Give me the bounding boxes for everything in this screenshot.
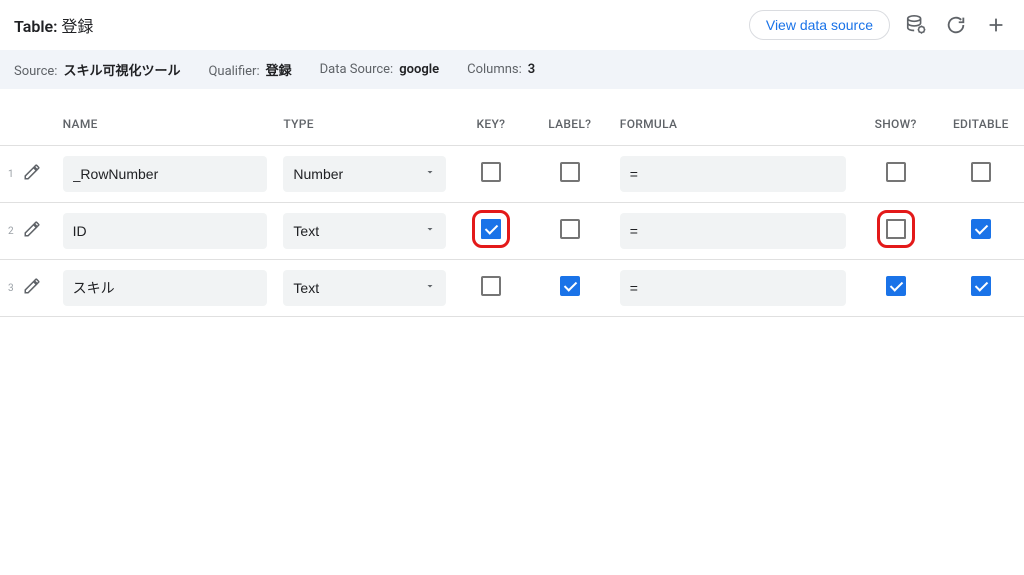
formula-input[interactable]	[620, 213, 846, 249]
checkbox[interactable]	[560, 162, 580, 182]
add-icon[interactable]	[982, 11, 1010, 39]
checkbox[interactable]	[886, 219, 906, 239]
checkbox[interactable]	[886, 162, 906, 182]
table-row: 1	[0, 146, 1024, 203]
checkbox[interactable]	[971, 276, 991, 296]
data-settings-icon[interactable]	[902, 11, 930, 39]
meta-bar: Source: スキル可視化ツール Qualifier: 登録 Data Sourc…	[0, 50, 1024, 89]
meta-columns-value: 3	[528, 62, 535, 77]
columns-table: NAME TYPE KEY? LABEL? FORMULA SHOW? EDIT…	[0, 107, 1024, 317]
refresh-icon[interactable]	[942, 11, 970, 39]
th-editable: EDITABLE	[938, 107, 1024, 146]
meta-datasource-label: Data Source:	[320, 62, 394, 77]
column-name-input[interactable]	[63, 213, 268, 249]
column-name-input[interactable]	[63, 270, 268, 306]
checkbox[interactable]	[481, 276, 501, 296]
title-prefix: Table:	[14, 17, 57, 36]
meta-qualifier-value: 登録	[266, 64, 292, 79]
checkbox[interactable]	[971, 219, 991, 239]
edit-row-icon[interactable]	[23, 226, 41, 242]
meta-qualifier-label: Qualifier:	[208, 64, 259, 79]
th-show: SHOW?	[854, 107, 938, 146]
meta-source-value: スキル可視化ツール	[63, 64, 180, 79]
table-row: 3	[0, 260, 1024, 317]
checkbox[interactable]	[481, 162, 501, 182]
column-type-select[interactable]	[283, 156, 446, 192]
checkbox[interactable]	[971, 162, 991, 182]
page-title: Table: 登録	[14, 13, 93, 37]
column-type-select[interactable]	[283, 270, 446, 306]
header-bar: Table: 登録 View data source	[0, 0, 1024, 50]
formula-input[interactable]	[620, 270, 846, 306]
th-type: TYPE	[275, 107, 454, 146]
th-formula: FORMULA	[612, 107, 854, 146]
row-number: 3	[0, 260, 15, 317]
column-type-value[interactable]	[283, 156, 446, 192]
column-type-select[interactable]	[283, 213, 446, 249]
row-number: 1	[0, 146, 15, 203]
checkbox[interactable]	[481, 219, 501, 239]
meta-columns-label: Columns:	[467, 62, 522, 77]
th-name: NAME	[55, 107, 276, 146]
meta-source-label: Source:	[14, 64, 57, 79]
formula-input[interactable]	[620, 156, 846, 192]
column-type-value[interactable]	[283, 213, 446, 249]
view-data-source-button[interactable]: View data source	[749, 10, 890, 40]
title-table-name: 登録	[61, 17, 93, 36]
column-name-input[interactable]	[63, 156, 268, 192]
th-key: KEY?	[454, 107, 528, 146]
checkbox[interactable]	[560, 276, 580, 296]
edit-row-icon[interactable]	[23, 169, 41, 185]
meta-datasource-value: google	[399, 62, 439, 77]
row-number: 2	[0, 203, 15, 260]
checkbox[interactable]	[560, 219, 580, 239]
th-label: LABEL?	[528, 107, 612, 146]
edit-row-icon[interactable]	[23, 283, 41, 299]
checkbox[interactable]	[886, 276, 906, 296]
column-type-value[interactable]	[283, 270, 446, 306]
table-row: 2	[0, 203, 1024, 260]
